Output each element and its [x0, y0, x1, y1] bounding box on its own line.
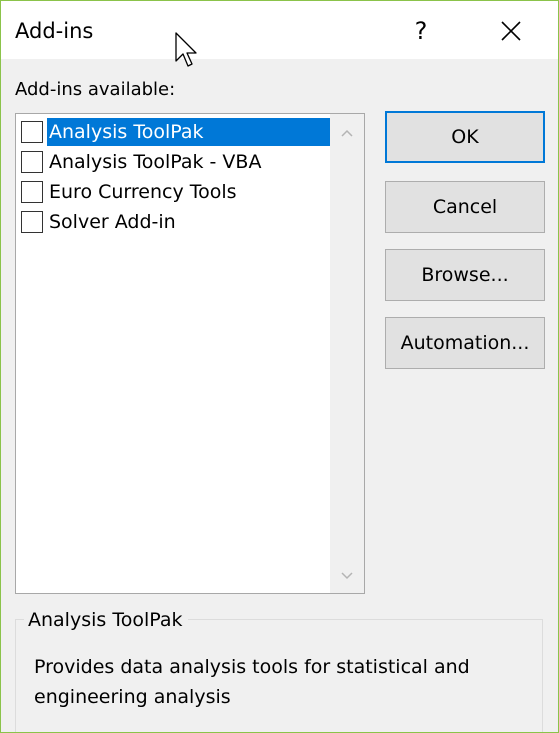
- analysis-toolpak-checkbox[interactable]: [21, 121, 43, 143]
- chevron-up-icon: [341, 129, 353, 137]
- browse-button[interactable]: Browse...: [385, 249, 545, 301]
- mouse-pointer-icon: [175, 32, 197, 67]
- close-button[interactable]: [488, 9, 534, 53]
- cancel-button[interactable]: Cancel: [385, 181, 545, 233]
- ok-button[interactable]: OK: [385, 111, 545, 163]
- description-group: Analysis ToolPak Provides data analysis …: [15, 607, 543, 732]
- title-bar: Add-ins ?: [1, 1, 558, 59]
- chevron-down-icon: [341, 572, 353, 580]
- add-ins-dialog: Add-ins ? Add-ins available: Analysis To…: [0, 0, 559, 733]
- listbox-scrollbar[interactable]: [330, 114, 364, 593]
- analysis-toolpak-vba-checkbox[interactable]: [21, 151, 43, 173]
- list-item-analysis-toolpak-vba[interactable]: Analysis ToolPak - VBA: [16, 147, 330, 177]
- list-item-label: Analysis ToolPak - VBA: [49, 151, 262, 173]
- list-item-label: Analysis ToolPak: [47, 118, 330, 146]
- close-icon: [501, 21, 521, 41]
- dialog-title: Add-ins: [15, 19, 94, 43]
- scroll-up-button[interactable]: [330, 118, 364, 148]
- list-item-euro-currency-tools[interactable]: Euro Currency Tools: [16, 177, 330, 207]
- add-ins-listbox[interactable]: Analysis ToolPak Analysis ToolPak - VBA …: [15, 113, 365, 594]
- euro-currency-tools-checkbox[interactable]: [21, 181, 43, 203]
- list-item-analysis-toolpak[interactable]: Analysis ToolPak: [16, 117, 330, 147]
- description-text: Provides data analysis tools for statist…: [34, 656, 470, 708]
- scroll-down-button[interactable]: [330, 561, 364, 591]
- list-item-solver-add-in[interactable]: Solver Add-in: [16, 207, 330, 237]
- list-item-label: Solver Add-in: [49, 211, 176, 233]
- list-item-label: Euro Currency Tools: [49, 181, 237, 203]
- automation-button[interactable]: Automation...: [385, 317, 545, 369]
- add-ins-available-label: Add-ins available:: [15, 79, 176, 100]
- description-title: Analysis ToolPak: [24, 607, 189, 633]
- help-button[interactable]: ?: [401, 9, 441, 53]
- solver-add-in-checkbox[interactable]: [21, 211, 43, 233]
